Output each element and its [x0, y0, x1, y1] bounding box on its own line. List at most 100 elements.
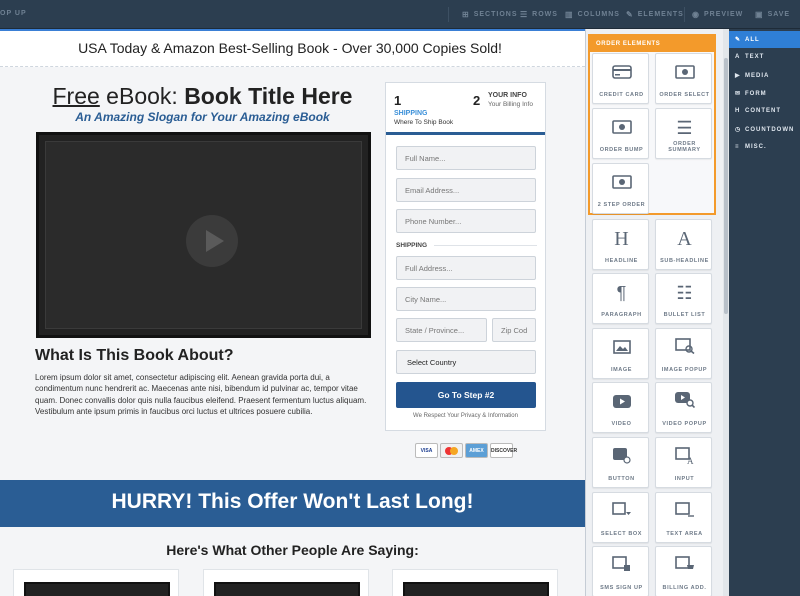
address-field[interactable] — [396, 256, 536, 280]
step-indicator: 1 SHIPPING Where To Ship Book 2 YOUR INF… — [386, 83, 545, 135]
element-tile-video[interactable]: VIDEO — [592, 382, 649, 433]
go-to-step-2-button[interactable]: Go To Step #2 — [396, 382, 536, 408]
preview-button[interactable]: ◉ PREVIEW — [692, 10, 743, 19]
category-all[interactable]: ✎ ALL — [729, 31, 800, 48]
element-tile-credit-card[interactable]: CREDIT CARD — [592, 53, 649, 104]
category-text[interactable]: A TEXT — [729, 49, 800, 66]
elements-icon: ✎ — [626, 10, 634, 19]
testimonial-video — [403, 582, 549, 596]
category-form[interactable]: ✉ FORM — [729, 85, 800, 102]
element-tile-input[interactable]: A INPUT — [655, 437, 712, 488]
step2-title: YOUR INFO — [488, 92, 527, 99]
testimonial-card[interactable] — [203, 569, 369, 596]
headline-middle: eBook: — [99, 83, 185, 109]
element-tile-bullet-list[interactable]: ☷ BULLET LIST — [655, 273, 712, 324]
state-field[interactable] — [396, 318, 487, 342]
step2-number: 2 — [473, 93, 481, 108]
headline-icon: H — [614, 228, 629, 250]
about-heading[interactable]: What Is This Book About? — [35, 347, 234, 365]
page-canvas[interactable]: USA Today & Amazon Best-Selling Book - O… — [0, 29, 585, 596]
element-tile-order-bump[interactable]: ORDER BUMP — [592, 108, 649, 159]
category-misc[interactable]: ≡ MISC. — [729, 139, 800, 156]
sub-headline[interactable]: An Amazing Slogan for Your Amazing eBook — [30, 110, 375, 124]
element-tile-billing-address[interactable]: BILLING ADD. — [655, 546, 712, 596]
money-icon — [593, 173, 650, 193]
save-button[interactable]: ▣ SAVE — [755, 10, 790, 19]
sms-icon — [593, 556, 650, 576]
element-tile-headline[interactable]: H HEADLINE — [592, 219, 649, 270]
toolbar-left-label[interactable]: OP UP — [0, 10, 27, 17]
step1-title: SHIPPING — [394, 110, 428, 117]
form-icon: ✉ — [735, 91, 742, 97]
elements-button[interactable]: ✎ ELEMENTS — [626, 10, 684, 19]
full-name-field[interactable] — [396, 146, 536, 170]
element-tile-text-area[interactable]: TEXT AREA — [655, 492, 712, 543]
panel-scrollbar-thumb[interactable] — [724, 58, 728, 314]
urgency-text: HURRY! This Offer Won't Last Long! — [111, 490, 474, 513]
step1-subtitle: Where To Ship Book — [394, 119, 454, 126]
element-tile-sub-headline[interactable]: A SUB-HEADLINE — [655, 219, 712, 270]
eye-icon: ◉ — [692, 10, 700, 19]
element-tile-paragraph[interactable]: ¶ PARAGRAPH — [592, 273, 649, 324]
category-countdown[interactable]: ◷ COUNTDOWN — [729, 121, 800, 138]
element-tile-2-step-order[interactable]: 2 STEP ORDER — [592, 163, 649, 214]
billing-icon — [656, 556, 713, 576]
testimonial-card[interactable] — [392, 569, 558, 596]
about-paragraph[interactable]: Lorem ipsum dolor sit amet, consectetur … — [35, 372, 375, 418]
countdown-icon: ◷ — [735, 127, 742, 133]
element-tile-select-box[interactable]: SELECT BOX — [592, 492, 649, 543]
mastercard-icon — [440, 443, 463, 458]
element-tile-image[interactable]: IMAGE — [592, 328, 649, 379]
columns-icon: ▥ — [565, 10, 574, 19]
columns-button[interactable]: ▥ COLUMNS — [565, 10, 620, 19]
country-select[interactable]: Select Country — [396, 350, 536, 374]
payment-card-logos: VISA AMEX DISCOVER — [415, 443, 517, 458]
category-media[interactable]: ▶ MEDIA — [729, 67, 800, 84]
content-icon: H — [735, 108, 741, 114]
text-area-icon — [656, 502, 713, 522]
top-banner[interactable]: USA Today & Amazon Best-Selling Book - O… — [0, 31, 585, 67]
zip-field[interactable] — [492, 318, 536, 342]
city-field[interactable] — [396, 287, 536, 311]
category-content[interactable]: H CONTENT — [729, 103, 800, 120]
list-icon: ☰ — [676, 118, 693, 138]
step2-subtitle: Your Billing Info — [488, 101, 533, 108]
visa-icon: VISA — [415, 443, 438, 458]
privacy-note: We Respect Your Privacy & Information — [413, 413, 518, 419]
top-toolbar: OP UP ⊞ SECTIONS ☰ ROWS ▥ COLUMNS ✎ ELEMENTS… — [0, 0, 800, 29]
headline-book-title: Book Title Here — [184, 83, 353, 109]
money-icon — [593, 118, 650, 138]
all-icon: ✎ — [735, 37, 742, 43]
text-icon: A — [735, 54, 741, 60]
play-icon[interactable] — [186, 215, 238, 267]
input-icon: A — [656, 447, 713, 469]
misc-icon: ≡ — [735, 144, 740, 150]
element-tile-sms-sign-up[interactable]: SMS SIGN UP — [592, 546, 649, 596]
element-tile-button[interactable]: BUTTON — [592, 437, 649, 488]
headline[interactable]: Free eBook: Book Title Here — [30, 83, 375, 110]
video-player[interactable] — [36, 132, 371, 338]
sections-button[interactable]: ⊞ SECTIONS — [462, 10, 518, 19]
two-step-order-form[interactable]: 1 SHIPPING Where To Ship Book 2 YOUR INF… — [385, 82, 546, 431]
element-tile-order-select[interactable]: ORDER SELECT — [655, 53, 712, 104]
image-icon — [593, 338, 650, 358]
element-tile-image-popup[interactable]: IMAGE POPUP — [655, 328, 712, 379]
element-tile-video-popup[interactable]: VIDEO POPUP — [655, 382, 712, 433]
element-tile-order-summary[interactable]: ☰ ORDER SUMMARY — [655, 108, 712, 159]
video-screen — [45, 141, 362, 329]
testimonial-card[interactable] — [13, 569, 179, 596]
headline-free: Free — [52, 83, 100, 109]
testimonials-heading[interactable]: Here's What Other People Are Saying: — [0, 542, 585, 558]
testimonial-video — [24, 582, 170, 596]
bullet-list-icon: ☷ — [676, 283, 693, 303]
email-field[interactable] — [396, 178, 536, 202]
save-icon: ▣ — [755, 10, 764, 19]
subheadline-icon: A — [677, 228, 692, 250]
urgency-banner[interactable]: HURRY! This Offer Won't Last Long! — [0, 480, 585, 527]
rows-button[interactable]: ☰ ROWS — [520, 10, 558, 19]
amex-icon: AMEX — [465, 443, 488, 458]
rows-icon: ☰ — [520, 10, 529, 19]
svg-text:A: A — [687, 456, 694, 465]
order-elements-header: ORDER ELEMENTS — [590, 36, 714, 52]
phone-field[interactable] — [396, 209, 536, 233]
